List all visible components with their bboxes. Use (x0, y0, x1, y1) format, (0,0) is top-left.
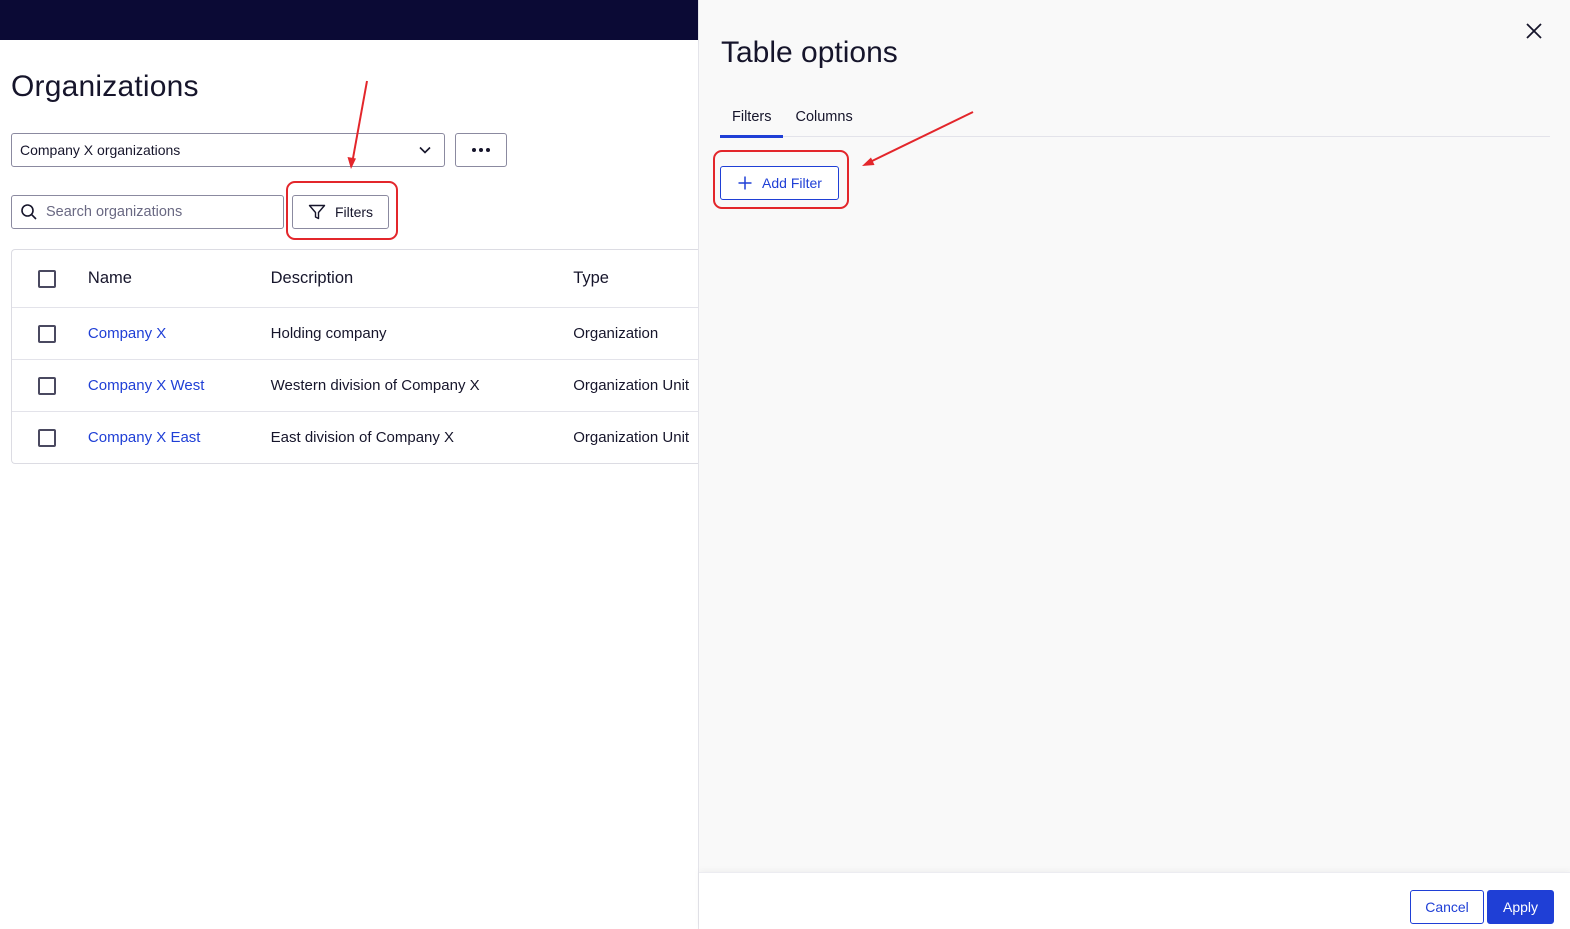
search-input[interactable] (46, 204, 266, 220)
organization-description: Holding company (270, 325, 387, 342)
organization-description: East division of Company X (270, 429, 455, 446)
organization-name-link[interactable]: Company X West (88, 377, 271, 394)
organization-name-link[interactable]: Company X (88, 325, 271, 342)
row-checkbox[interactable] (38, 428, 56, 447)
organization-name-link[interactable]: Company X East (88, 429, 271, 446)
ellipsis-icon (479, 148, 483, 152)
chevron-down-icon (418, 143, 432, 157)
panel-footer: Cancel Apply (699, 872, 1570, 929)
tab-filters[interactable]: Filters (720, 96, 784, 138)
table-header-row: Name Description Type (12, 250, 701, 307)
ellipsis-icon (472, 148, 476, 152)
table-row: Company X East East division of Company … (12, 411, 701, 463)
column-header-type[interactable]: Type (573, 269, 701, 288)
table-options-panel: Table options Filters Columns Add Filter… (698, 0, 1570, 929)
add-filter-label: Add Filter (762, 175, 822, 191)
organization-selector-value: Company X organizations (20, 142, 181, 158)
tab-columns[interactable]: Columns (783, 96, 864, 137)
table-row: Company X Holding company Organization (12, 307, 701, 359)
page-title: Organizations (11, 70, 199, 103)
table-row: Company X West Western division of Compa… (12, 359, 701, 411)
panel-tabs: Filters Columns (720, 96, 1550, 138)
top-navigation-bar (0, 0, 700, 40)
row-checkbox[interactable] (38, 376, 56, 395)
cancel-button[interactable]: Cancel (1410, 890, 1484, 924)
plus-icon (737, 175, 753, 191)
search-icon (20, 203, 38, 221)
filters-button-label: Filters (334, 204, 374, 220)
more-actions-button[interactable] (455, 133, 507, 167)
organization-selector[interactable]: Company X organizations (11, 133, 445, 167)
ellipsis-icon (486, 148, 490, 152)
column-header-description[interactable]: Description (271, 269, 574, 288)
funnel-icon (308, 203, 326, 221)
close-button[interactable] (1523, 22, 1545, 44)
search-box (11, 195, 284, 229)
close-icon (1525, 22, 1543, 45)
filters-button[interactable]: Filters (292, 195, 389, 229)
column-header-name[interactable]: Name (88, 269, 271, 288)
organization-type: Organization Unit (573, 429, 690, 446)
add-filter-button[interactable]: Add Filter (720, 166, 839, 200)
select-all-checkbox[interactable] (38, 269, 56, 288)
organization-type: Organization Unit (573, 377, 690, 394)
apply-button[interactable]: Apply (1487, 890, 1554, 924)
organizations-table: Name Description Type Company X Holding … (11, 249, 701, 464)
organization-type: Organization (573, 325, 659, 342)
panel-title: Table options (721, 36, 898, 69)
organization-description: Western division of Company X (270, 377, 480, 394)
row-checkbox[interactable] (38, 324, 56, 343)
